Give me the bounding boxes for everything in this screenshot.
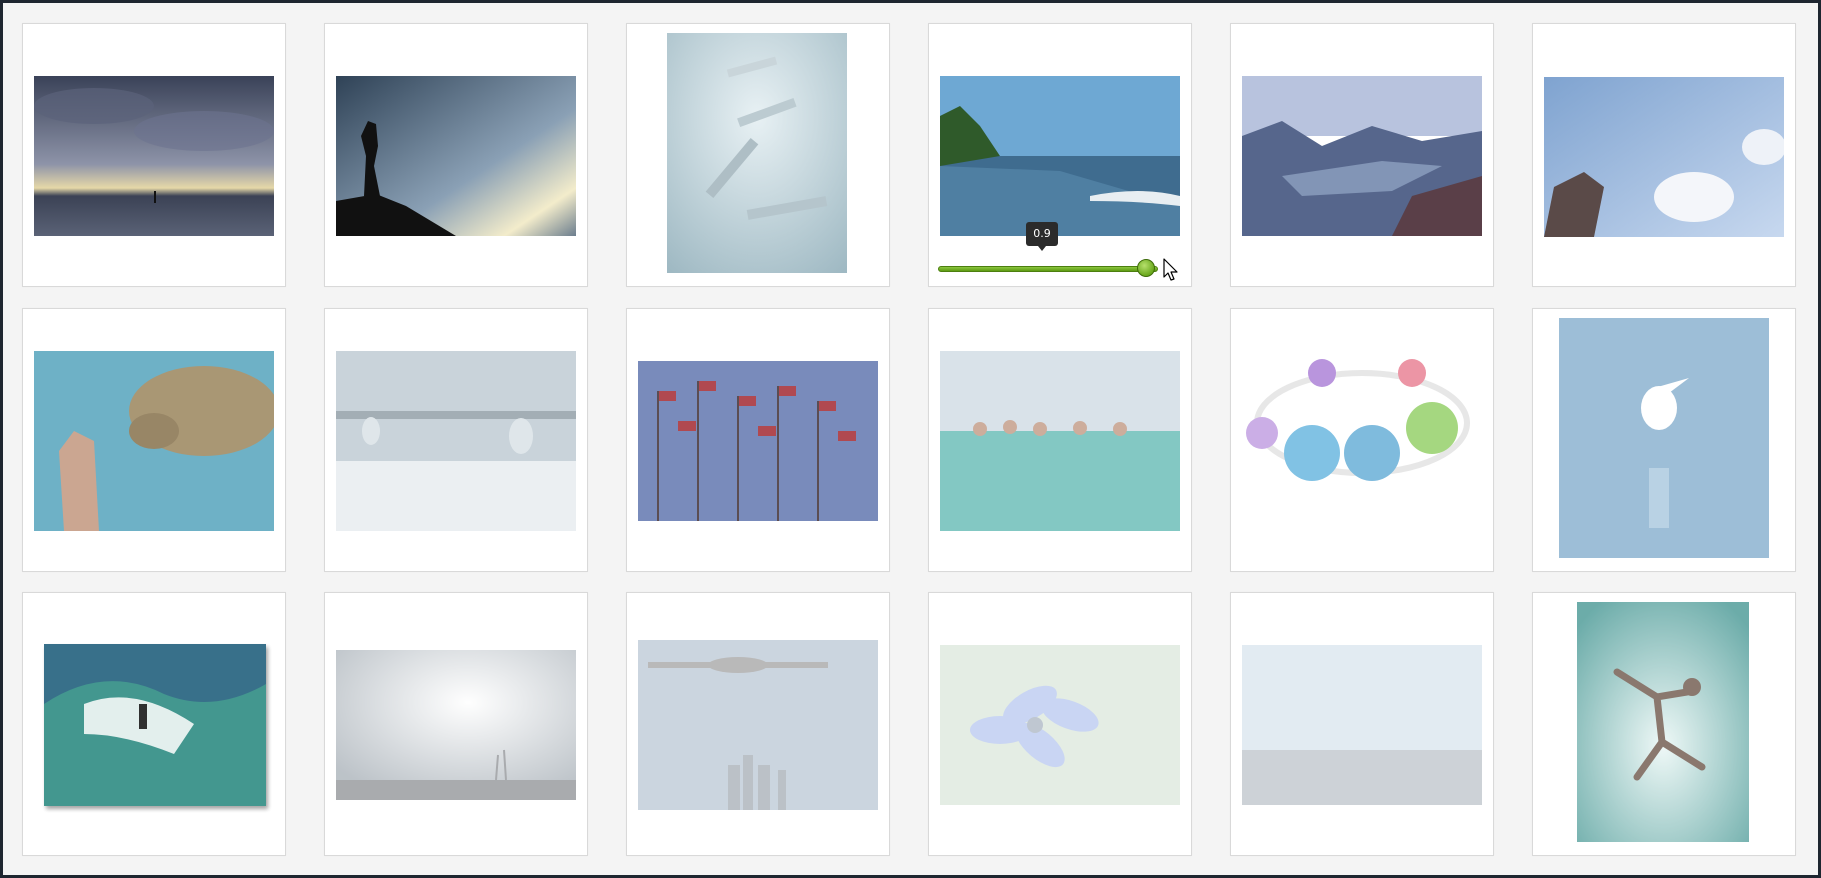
gallery-cell-water-droplets[interactable]: [324, 308, 588, 572]
gallery-cell-red-flags[interactable]: [626, 308, 890, 572]
thumbnail-blue-flower[interactable]: [940, 645, 1180, 805]
thumbnail-jumping-man[interactable]: [1577, 602, 1749, 842]
gallery-cell-misty-field[interactable]: [1230, 592, 1494, 856]
gallery-cell-surfer[interactable]: [22, 592, 286, 856]
thumbnail-stormy-beach[interactable]: [34, 76, 274, 236]
mouse-cursor-icon: [1163, 258, 1178, 281]
gallery-cell-cloudy-palms[interactable]: [324, 592, 588, 856]
gallery-cell-tropical-beach[interactable]: [928, 23, 1192, 287]
gallery-cell-clothespins-sculpture[interactable]: [626, 23, 890, 287]
opacity-slider[interactable]: 0.9: [938, 222, 1168, 277]
thumbnail-silhouette-cliff[interactable]: [336, 76, 576, 236]
thumbnail-tropical-beach[interactable]: [940, 76, 1180, 236]
gallery-cell-stormy-beach[interactable]: [22, 23, 286, 287]
thumbnail-fabric-bracelet[interactable]: [1242, 333, 1482, 549]
gallery-cell-mountain-lake[interactable]: [1230, 23, 1494, 287]
thumbnail-bomber-plane[interactable]: [638, 640, 878, 810]
thumbnail-water-droplets[interactable]: [336, 351, 576, 531]
gallery-cell-swimmers[interactable]: [928, 308, 1192, 572]
gallery-cell-silhouette-cliff[interactable]: [324, 23, 588, 287]
thumbnail-red-flags[interactable]: [638, 361, 878, 521]
thumbnail-mountain-lake[interactable]: [1242, 76, 1482, 236]
slider-value-label: 0.9: [1033, 227, 1051, 240]
slider-track[interactable]: [938, 266, 1158, 272]
gallery-cell-egret-water[interactable]: [1532, 308, 1796, 572]
thumbnail-clothespins-sculpture[interactable]: [667, 33, 847, 273]
thumbnail-kite-sky[interactable]: [1544, 77, 1784, 237]
gallery-cell-turtle-diver[interactable]: [22, 308, 286, 572]
thumbnail-misty-field[interactable]: [1242, 645, 1482, 805]
gallery-cell-kite-sky[interactable]: [1532, 23, 1796, 287]
thumbnail-egret-water[interactable]: [1559, 318, 1769, 558]
gallery-cell-blue-flower[interactable]: [928, 592, 1192, 856]
thumbnail-cloudy-palms[interactable]: [336, 650, 576, 800]
gallery-cell-jumping-man[interactable]: [1532, 592, 1796, 856]
gallery-cell-bomber-plane[interactable]: [626, 592, 890, 856]
thumbnail-swimmers[interactable]: [940, 351, 1180, 531]
thumbnail-surfer[interactable]: [44, 644, 266, 806]
gallery-cell-fabric-bracelet[interactable]: [1230, 308, 1494, 572]
slider-handle[interactable]: [1137, 259, 1155, 277]
slider-value-tooltip: 0.9: [1026, 222, 1058, 251]
thumbnail-turtle-diver[interactable]: [34, 351, 274, 531]
